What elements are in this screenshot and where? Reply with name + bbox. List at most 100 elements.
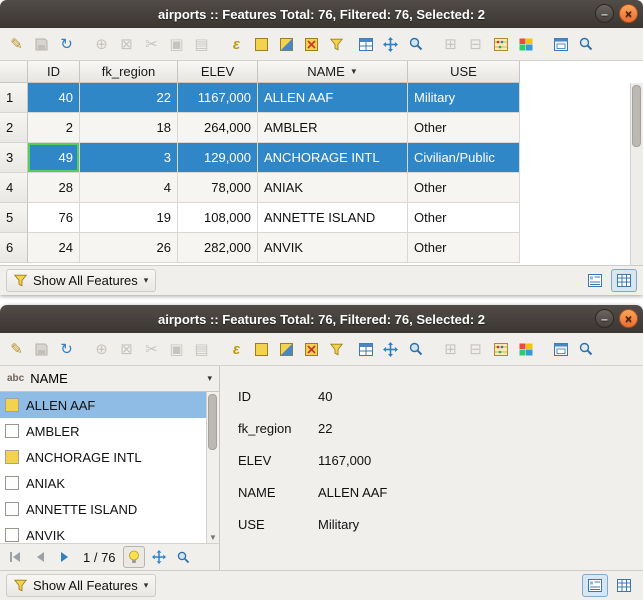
pan-to-selection-button[interactable] — [378, 337, 403, 362]
new-field-button[interactable]: ⊞ — [438, 337, 463, 362]
scroll-down-arrow-icon[interactable]: ▼ — [207, 533, 219, 542]
toggle-editing-button[interactable]: ✎ — [4, 32, 29, 57]
cell-fk-region[interactable]: 4 — [80, 173, 178, 203]
select-all-button[interactable] — [249, 337, 274, 362]
copy-button[interactable]: ▣ — [164, 337, 189, 362]
cell-name[interactable]: ANCHORAGE INTL — [258, 143, 408, 173]
zoom-to-selection-button[interactable] — [403, 32, 428, 57]
cell-fk-region[interactable]: 19 — [80, 203, 178, 233]
row-number[interactable]: 4 — [0, 173, 28, 203]
list-item[interactable]: AMBLER — [0, 418, 219, 444]
cell-id[interactable]: 2 — [28, 113, 80, 143]
delete-selected-button[interactable]: ⊠ — [114, 337, 139, 362]
save-edits-button[interactable] — [29, 32, 54, 57]
zoom-to-feature-button[interactable] — [173, 546, 195, 568]
field-value[interactable]: 1167,000 — [318, 453, 371, 468]
paste-button[interactable]: ▤ — [189, 32, 214, 57]
invert-selection-button[interactable] — [274, 32, 299, 57]
list-item[interactable]: ANCHORAGE INTL — [0, 444, 219, 470]
cut-button[interactable]: ✂ — [139, 32, 164, 57]
highlight-feature-button[interactable] — [123, 546, 145, 568]
cell-id[interactable]: 76 — [28, 203, 80, 233]
field-value[interactable]: ALLEN AAF — [318, 485, 387, 500]
minimize-button[interactable]: – — [595, 309, 614, 328]
cell-name[interactable]: AMBLER — [258, 113, 408, 143]
cell-elev[interactable]: 129,000 — [178, 143, 258, 173]
list-item[interactable]: ANNETTE ISLAND — [0, 496, 219, 522]
row-number[interactable]: 1 — [0, 83, 28, 113]
options-button[interactable] — [573, 337, 598, 362]
column-header-name[interactable]: NAME▼ — [258, 61, 408, 83]
cell-elev[interactable]: 108,000 — [178, 203, 258, 233]
reload-button[interactable]: ↻ — [54, 337, 79, 362]
select-by-expression-button[interactable]: ε — [224, 32, 249, 57]
select-all-button[interactable] — [249, 32, 274, 57]
save-edits-button[interactable] — [29, 337, 54, 362]
scrollbar-thumb[interactable] — [208, 394, 217, 450]
cell-use[interactable]: Other — [408, 233, 520, 263]
delete-field-button[interactable]: ⊟ — [463, 337, 488, 362]
cell-use[interactable]: Other — [408, 173, 520, 203]
paste-button[interactable]: ▤ — [189, 337, 214, 362]
cell-use[interactable]: Other — [408, 113, 520, 143]
pan-to-selection-button[interactable] — [378, 32, 403, 57]
table-view-button[interactable] — [611, 574, 637, 597]
cell-fk-region[interactable]: 3 — [80, 143, 178, 173]
reload-button[interactable]: ↻ — [54, 32, 79, 57]
move-selection-top-button[interactable] — [353, 32, 378, 57]
add-feature-button[interactable]: ⊕ — [89, 32, 114, 57]
column-header-use[interactable]: USE — [408, 61, 520, 83]
move-selection-top-button[interactable] — [353, 337, 378, 362]
delete-selected-button[interactable]: ⊠ — [114, 32, 139, 57]
dock-table-button[interactable] — [548, 337, 573, 362]
cell-fk-region[interactable]: 22 — [80, 83, 178, 113]
first-feature-button[interactable] — [4, 546, 26, 568]
minimize-button[interactable]: – — [595, 4, 614, 23]
invert-selection-button[interactable] — [274, 337, 299, 362]
cell-id[interactable]: 24 — [28, 233, 80, 263]
cell-elev[interactable]: 1167,000 — [178, 83, 258, 113]
cell-fk-region[interactable]: 18 — [80, 113, 178, 143]
titlebar[interactable]: airports :: Features Total: 76, Filtered… — [0, 0, 643, 28]
field-value[interactable]: Military — [318, 517, 359, 532]
cell-name[interactable]: ANVIK — [258, 233, 408, 263]
form-view-button[interactable] — [582, 574, 608, 597]
previous-feature-button[interactable] — [29, 546, 51, 568]
copy-button[interactable]: ▣ — [164, 32, 189, 57]
close-button[interactable]: × — [619, 4, 638, 23]
cell-fk-region[interactable]: 26 — [80, 233, 178, 263]
list-vertical-scrollbar[interactable]: ▼ — [206, 392, 219, 543]
deselect-all-button[interactable] — [299, 32, 324, 57]
next-feature-button[interactable] — [54, 546, 76, 568]
feature-filter-button[interactable]: Show All Features ▾ — [6, 574, 156, 597]
deselect-all-button[interactable] — [299, 337, 324, 362]
cell-use[interactable]: Military — [408, 83, 520, 113]
table-view-button[interactable] — [611, 269, 637, 292]
scrollbar-thumb[interactable] — [632, 85, 641, 147]
delete-field-button[interactable]: ⊟ — [463, 32, 488, 57]
column-header-id[interactable]: ID — [28, 61, 80, 83]
conditional-formatting-button[interactable] — [513, 337, 538, 362]
dock-table-button[interactable] — [548, 32, 573, 57]
row-number[interactable]: 2 — [0, 113, 28, 143]
list-item[interactable]: ALLEN AAF — [0, 392, 219, 418]
filter-button[interactable] — [324, 32, 349, 57]
list-item[interactable]: ANIAK — [0, 470, 219, 496]
new-field-button[interactable]: ⊞ — [438, 32, 463, 57]
vertical-scrollbar[interactable] — [630, 83, 643, 265]
preview-field-selector[interactable]: abc NAME ▾ — [0, 366, 219, 391]
header-corner[interactable] — [0, 61, 28, 83]
cell-name[interactable]: ALLEN AAF — [258, 83, 408, 113]
field-calculator-button[interactable] — [488, 337, 513, 362]
row-number[interactable]: 3 — [0, 143, 28, 173]
feature-filter-button[interactable]: Show All Features ▾ — [6, 269, 156, 292]
field-calculator-button[interactable] — [488, 32, 513, 57]
field-value[interactable]: 22 — [318, 421, 332, 436]
cell-use[interactable]: Civilian/Public — [408, 143, 520, 173]
form-view-button[interactable] — [582, 269, 608, 292]
zoom-to-selection-button[interactable] — [403, 337, 428, 362]
options-button[interactable] — [573, 32, 598, 57]
cell-id[interactable]: 40 — [28, 83, 80, 113]
cell-name[interactable]: ANNETTE ISLAND — [258, 203, 408, 233]
cell-elev[interactable]: 264,000 — [178, 113, 258, 143]
